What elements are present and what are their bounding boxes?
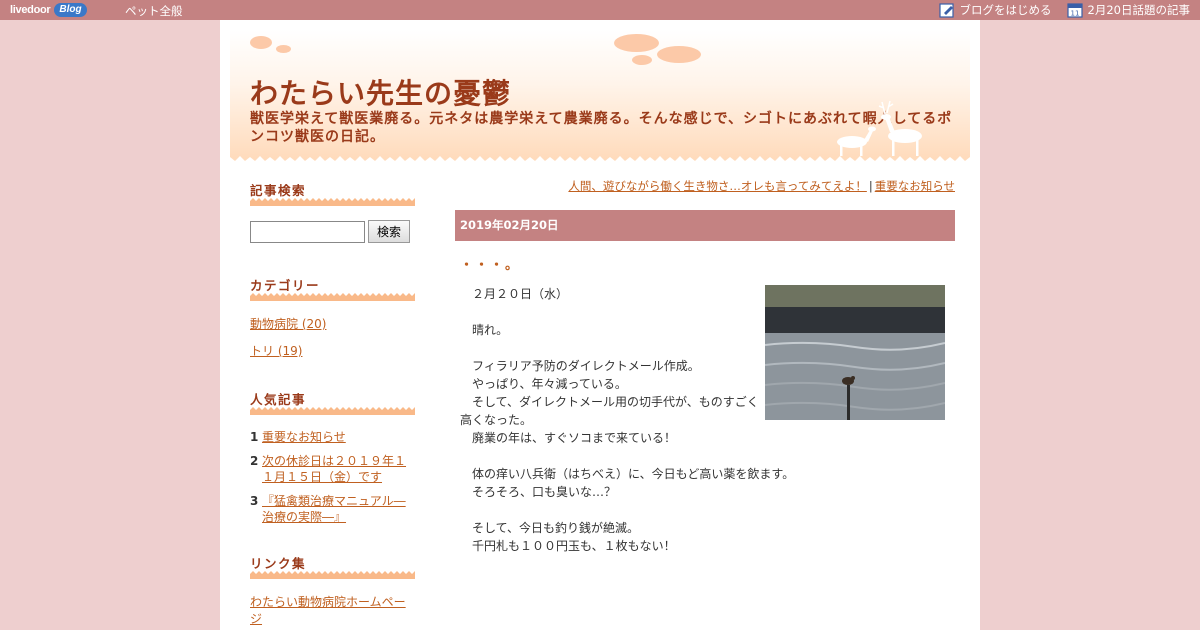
blog-header: わたらい先生の憂鬱 獣医学栄えて獣医業廃る。元ネタは農学栄えて農業廃る。そんな感…: [230, 30, 970, 165]
search-button[interactable]: 検索: [368, 220, 410, 243]
popular-article-link[interactable]: 次の休診日は２０１９年１１月１５日（金）です: [262, 453, 415, 485]
post-text-line: そろそろ、口も臭いな…？: [460, 485, 617, 499]
post-photo-bird-on-water[interactable]: [765, 285, 945, 420]
popular-article-link[interactable]: 重要なお知らせ: [262, 429, 346, 445]
topic-articles-link[interactable]: 11 2月20日話題の記事: [1066, 2, 1190, 18]
heading-underline-decoration: [250, 407, 415, 415]
popular-heading: 人気記事: [250, 392, 307, 407]
post-text-line: 千円札も１００円玉も、１枚もない！: [460, 539, 676, 553]
sidebar: 記事検索 検索 カテゴリー 動物病院 (20) トリ (19) 人気記事 1 重…: [250, 180, 415, 630]
heading-underline-decoration: [250, 571, 415, 579]
category-list: 動物病院 (20) トリ (19): [250, 315, 415, 359]
start-blog-label: ブログをはじめる: [959, 3, 1052, 17]
top-bar: livedoor Blog ペット全般 ブログをはじめる 11 2月20日話題の…: [0, 0, 1200, 20]
post-text-line: [455, 501, 955, 519]
category-link-birds[interactable]: トリ (19): [250, 342, 415, 359]
list-item: 2 次の休診日は２０１９年１１月１５日（金）です: [250, 453, 415, 485]
topbar-actions: ブログをはじめる 11 2月20日話題の記事: [924, 2, 1190, 18]
grass-fringe-decoration: [230, 156, 970, 165]
article-nav: 人間、遊びながら働く生き物さ…オレも言ってみてえよ！ | 重要なお知らせ: [455, 178, 955, 198]
search-heading: 記事検索: [250, 183, 307, 198]
popular-list: 1 重要なお知らせ 2 次の休診日は２０１９年１１月１５日（金）です 3 『猛禽…: [250, 429, 415, 525]
blog-title[interactable]: わたらい先生の憂鬱: [250, 72, 511, 112]
categories-heading: カテゴリー: [250, 278, 321, 293]
cloud-decoration: [250, 36, 272, 49]
list-item: 1 重要なお知らせ: [250, 429, 415, 445]
post-text-line: そして、今日も釣り銭が絶滅。: [460, 521, 640, 535]
blog-page: わたらい先生の憂鬱 獣医学栄えて獣医業廃る。元ネタは農学栄えて農業廃る。そんな感…: [220, 20, 980, 630]
list-item: 3 『猛禽類治療マニュアル―治療の実際―』: [250, 493, 415, 525]
prev-article-link[interactable]: 人間、遊びながら働く生き物さ…オレも言ってみてえよ！: [568, 179, 866, 193]
next-article-link[interactable]: 重要なお知らせ: [875, 179, 955, 193]
popular-article-link[interactable]: 『猛禽類治療マニュアル―治療の実際―』: [262, 493, 415, 525]
logo-badge: Blog: [54, 3, 87, 17]
cloud-decoration: [632, 55, 652, 65]
category-link[interactable]: ペット全般: [125, 3, 183, 19]
rank-number: 3: [250, 494, 259, 508]
heading-underline-decoration: [250, 198, 415, 206]
date-header: 2019年02月20日: [455, 210, 955, 241]
category-link-animal-hospital[interactable]: 動物病院 (20): [250, 315, 415, 332]
rank-number: 2: [250, 454, 259, 468]
search-input[interactable]: [250, 220, 365, 243]
main-content: 人間、遊びながら働く生き物さ…オレも言ってみてえよ！ | 重要なお知らせ 2019年…: [455, 175, 955, 555]
link-hospital-homepage[interactable]: わたらい動物病院ホームページ: [250, 593, 415, 627]
logo-text: livedoor: [10, 4, 51, 16]
heading-underline-decoration: [250, 293, 415, 301]
topic-articles-label: 2月20日話題の記事: [1087, 3, 1190, 17]
post-text-line: 体の痒い八兵衛（はちべえ）に、今日もど高い薬を飲ます。: [460, 467, 795, 481]
post-body: ２月２０日（水） 晴れ。 フィラリア予防のダイレクトメール作成。 やっぱり、年々…: [455, 285, 955, 555]
cloud-decoration: [657, 46, 701, 63]
post-text-line: 廃業の年は、すぐソコまで来ている！: [460, 431, 677, 445]
search-form: 検索: [250, 220, 415, 243]
pencil-note-icon: [938, 3, 954, 18]
rank-number: 1: [250, 430, 259, 444]
nav-separator: |: [868, 179, 873, 193]
cloud-decoration: [276, 45, 291, 53]
svg-text:11: 11: [1070, 10, 1079, 18]
post-title[interactable]: ・・・。: [455, 254, 955, 273]
deer-silhouette-icon: [837, 100, 922, 156]
post-text-line: [455, 447, 955, 465]
links-heading: リンク集: [250, 556, 307, 571]
cloud-decoration: [614, 34, 659, 52]
start-blog-link[interactable]: ブログをはじめる: [938, 2, 1052, 18]
calendar-icon: 11: [1066, 3, 1083, 18]
livedoor-blog-logo[interactable]: livedoor Blog: [10, 2, 87, 18]
